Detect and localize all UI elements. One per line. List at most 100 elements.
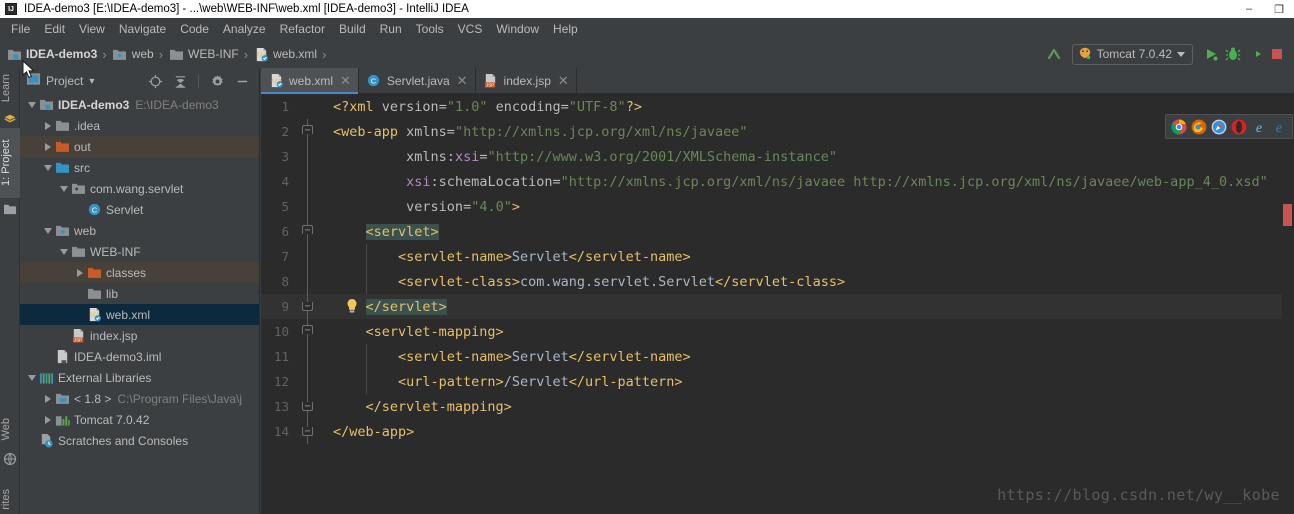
code-line[interactable]: 10 − <servlet-mapping>: [261, 319, 1294, 344]
menu-item-window[interactable]: Window: [489, 20, 546, 38]
intention-bulb-icon[interactable]: [345, 298, 359, 314]
fold-gutter[interactable]: −: [295, 394, 325, 419]
tree-node-src[interactable]: src: [20, 157, 259, 178]
tree-node-external-libraries[interactable]: External Libraries: [20, 367, 259, 388]
code-line[interactable]: 9 − </servlet>: [261, 294, 1294, 319]
fold-gutter[interactable]: [295, 169, 325, 194]
close-icon[interactable]: ✕: [457, 73, 468, 89]
code-editor[interactable]: 1 <?xml version="1.0" encoding="UTF-8"?> 2…: [261, 94, 1294, 514]
code-line[interactable]: 8 <servlet-class>com.wang.servlet.Servle…: [261, 269, 1294, 294]
code-line[interactable]: 11 <servlet-name>Servlet</servlet-name>: [261, 344, 1294, 369]
tree-node-com-wang-servlet[interactable]: com.wang.servlet: [20, 178, 259, 199]
chevron-down-icon[interactable]: [42, 225, 54, 237]
gear-icon[interactable]: [206, 70, 228, 92]
close-icon[interactable]: ✕: [558, 73, 569, 89]
code-line[interactable]: 6 − <servlet>: [261, 219, 1294, 244]
menu-item-refactor[interactable]: Refactor: [273, 20, 332, 38]
menu-item-build[interactable]: Build: [332, 20, 373, 38]
close-icon[interactable]: ✕: [340, 73, 351, 89]
menu-item-navigate[interactable]: Navigate: [112, 20, 173, 38]
fold-gutter[interactable]: [295, 244, 325, 269]
menu-item-file[interactable]: File: [4, 20, 37, 38]
minus-icon[interactable]: [231, 70, 253, 92]
tree-node-web-inf[interactable]: WEB-INF: [20, 241, 259, 262]
fold-gutter[interactable]: [295, 369, 325, 394]
tree-node-servlet[interactable]: C Servlet: [20, 199, 259, 220]
fold-gutter[interactable]: −: [295, 319, 325, 344]
editor-scrollbar[interactable]: [1282, 162, 1294, 514]
tree-node-scratches-and-consoles[interactable]: Scratches and Consoles: [20, 430, 259, 451]
editor-tab-index-jsp[interactable]: JSP index.jsp ✕: [476, 68, 577, 93]
error-stripe-marker[interactable]: [1283, 204, 1292, 226]
project-tree[interactable]: IDEA-demo3 E:\IDEA-demo3 .idea out src com.wa…: [20, 94, 259, 514]
fold-minus-icon[interactable]: −: [302, 402, 313, 412]
fold-gutter[interactable]: −: [295, 294, 325, 319]
code-line[interactable]: 2 − <web-app xmlns="http://xmlns.jcp.org/x…: [261, 119, 1294, 144]
chevron-right-icon[interactable]: [42, 141, 54, 153]
chevron-down-icon[interactable]: [26, 99, 38, 111]
chevron-down-icon[interactable]: [42, 162, 54, 174]
tree-node-web[interactable]: web: [20, 220, 259, 241]
edge-icon[interactable]: e: [1271, 119, 1287, 136]
code-line[interactable]: 13 − </servlet-mapping>: [261, 394, 1294, 419]
tree-node--idea[interactable]: .idea: [20, 115, 259, 136]
fold-gutter[interactable]: [295, 194, 325, 219]
chevron-right-icon[interactable]: [42, 120, 54, 132]
arrow-up-icon[interactable]: [1043, 43, 1065, 65]
firefox-icon[interactable]: [1191, 119, 1207, 135]
fold-gutter[interactable]: −: [295, 119, 325, 144]
minimize-button[interactable]: –: [1234, 0, 1264, 18]
stop-square-icon[interactable]: [1266, 43, 1288, 65]
run-configuration-selector[interactable]: Tomcat 7.0.42: [1071, 43, 1193, 65]
rail-button-project[interactable]: 1: Project: [0, 128, 20, 198]
safari-icon[interactable]: [1211, 119, 1227, 135]
tree-node-web-xml[interactable]: web.xml: [20, 304, 259, 325]
fold-minus-icon[interactable]: −: [302, 325, 313, 336]
chrome-icon[interactable]: [1171, 119, 1187, 135]
code-line[interactable]: 4 xsi:schemaLocation="http://xmlns.jcp.o…: [261, 169, 1294, 194]
breadcrumb-idea-demo3[interactable]: IDEA-demo3: [6, 46, 97, 62]
fold-gutter[interactable]: [295, 94, 325, 119]
rail-button-favorites[interactable]: rites: [0, 485, 20, 514]
tree-node-idea-demo3[interactable]: IDEA-demo3 E:\IDEA-demo3: [20, 94, 259, 115]
breadcrumb-web-inf[interactable]: WEB-INF: [168, 46, 239, 62]
menu-item-help[interactable]: Help: [546, 20, 585, 38]
fold-gutter[interactable]: −: [295, 419, 325, 444]
menu-item-view[interactable]: View: [72, 20, 112, 38]
debug-bug-icon[interactable]: [1222, 43, 1244, 65]
opera-icon[interactable]: [1231, 119, 1247, 135]
tree-node-lib[interactable]: lib: [20, 283, 259, 304]
tree-node-classes[interactable]: classes: [20, 262, 259, 283]
fold-gutter[interactable]: [295, 269, 325, 294]
chevron-down-icon[interactable]: ▾: [89, 76, 94, 87]
breadcrumb-web-xml[interactable]: web.xml: [253, 46, 317, 62]
breadcrumb-web[interactable]: web: [112, 46, 154, 62]
fold-minus-icon[interactable]: −: [302, 302, 313, 312]
code-line[interactable]: 12 <url-pattern>/Servlet</url-pattern>: [261, 369, 1294, 394]
menu-item-edit[interactable]: Edit: [37, 20, 72, 38]
fold-gutter[interactable]: [295, 144, 325, 169]
collapse-all-icon[interactable]: [169, 70, 191, 92]
menu-item-vcs[interactable]: VCS: [451, 20, 490, 38]
chevron-right-icon[interactable]: [74, 267, 86, 279]
chevron-down-icon[interactable]: [58, 183, 70, 195]
menu-item-tools[interactable]: Tools: [409, 20, 451, 38]
chevron-right-icon[interactable]: [42, 414, 54, 426]
code-line[interactable]: 7 <servlet-name>Servlet</servlet-name>: [261, 244, 1294, 269]
editor-tab-servlet-java[interactable]: C Servlet.java ✕: [359, 68, 476, 93]
menu-item-code[interactable]: Code: [173, 20, 216, 38]
menu-item-analyze[interactable]: Analyze: [216, 20, 273, 38]
code-line[interactable]: 5 version="4.0">: [261, 194, 1294, 219]
tree-node-tomcat-7-0-42[interactable]: Tomcat 7.0.42: [20, 409, 259, 430]
fold-gutter[interactable]: [295, 344, 325, 369]
editor-tab-web-xml[interactable]: web.xml ✕: [261, 68, 359, 94]
chevron-down-icon[interactable]: [58, 246, 70, 258]
fold-minus-icon[interactable]: −: [302, 427, 313, 437]
fold-minus-icon[interactable]: −: [302, 225, 313, 236]
fold-gutter[interactable]: −: [295, 219, 325, 244]
run-button[interactable]: [1200, 43, 1222, 65]
rail-button-learn[interactable]: Learn: [0, 70, 20, 106]
fold-minus-icon[interactable]: −: [302, 125, 313, 136]
crosshair-icon[interactable]: [144, 70, 166, 92]
chevron-down-icon[interactable]: [26, 372, 38, 384]
